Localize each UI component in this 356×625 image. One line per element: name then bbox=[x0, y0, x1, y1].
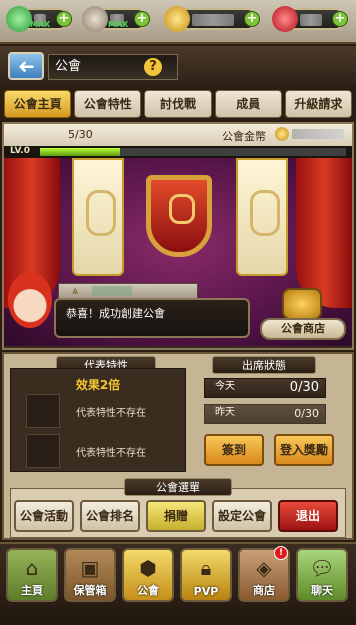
attendance-header: 出席狀態 bbox=[212, 356, 316, 374]
welcome-message-text: 恭喜！成功創建公會 bbox=[66, 307, 165, 320]
back-button[interactable]: ➜ bbox=[8, 52, 44, 80]
nav-pvp-label: PVP bbox=[193, 585, 219, 598]
login-reward-button[interactable]: 登入獎勵 bbox=[274, 434, 334, 466]
nav-chat[interactable]: 💬︎ 聊天 bbox=[296, 548, 348, 602]
gold-coin-icon bbox=[164, 6, 190, 32]
guild-name-redacted bbox=[92, 286, 132, 296]
gold-plus-button[interactable]: + bbox=[244, 11, 260, 27]
yesterday-label: 昨天 bbox=[215, 407, 235, 418]
lock-icon: 🔒︎ bbox=[200, 556, 212, 580]
nav-shop-label: 商店 bbox=[253, 584, 275, 597]
trait-slot-1[interactable] bbox=[26, 394, 60, 428]
stamina-max-label: MAX bbox=[30, 20, 51, 29]
nav-guild[interactable]: ⬢ 公會 bbox=[122, 548, 174, 602]
yesterday-value: 0/30 bbox=[294, 407, 319, 420]
guild-ranking-button[interactable]: 公會排名 bbox=[80, 500, 140, 532]
tab-subjugation[interactable]: 討伐戰 bbox=[144, 90, 212, 118]
guild-coin-icon bbox=[275, 127, 289, 141]
guild-gold-value-redacted bbox=[292, 129, 344, 139]
today-value: 0/30 bbox=[289, 380, 319, 395]
tab-upgrade-requests[interactable]: 升級請求 bbox=[284, 90, 353, 118]
tab-guild-home[interactable]: 公會主頁 bbox=[4, 90, 72, 118]
trait-slot-2-text: 代表特性不存在 bbox=[76, 448, 146, 459]
guild-shop-button[interactable]: 公會商店 bbox=[260, 318, 346, 340]
gem-plus-button[interactable]: + bbox=[332, 11, 348, 27]
chest-icon: ▣ bbox=[80, 556, 100, 580]
gem-resource: + bbox=[272, 6, 348, 32]
guild-gold-label: 公會金幣 bbox=[222, 130, 266, 143]
guild-crest-icon: ⬢ bbox=[139, 556, 157, 580]
nav-storage[interactable]: ▣ 保管箱 bbox=[64, 548, 116, 602]
left-banner bbox=[72, 158, 124, 276]
gold-value-redacted bbox=[192, 14, 234, 26]
welcome-message: 恭喜！成功創建公會 bbox=[54, 298, 250, 338]
rank-chevron-icon: ⩓ bbox=[72, 284, 79, 297]
guild-tabs: 公會主頁 公會特性 討伐戰 成員 升級請求 bbox=[4, 90, 353, 120]
house-icon: ⌂ bbox=[25, 556, 39, 580]
help-icon[interactable]: ? bbox=[144, 58, 162, 76]
guild-settings-button[interactable]: 設定公會 bbox=[212, 500, 272, 532]
nav-storage-label: 保管箱 bbox=[73, 584, 107, 597]
nav-home[interactable]: ⌂ 主頁 bbox=[6, 548, 58, 602]
stamina-plus-button[interactable]: + bbox=[56, 11, 72, 27]
attendance-yesterday-row: 昨天 0/30 bbox=[204, 404, 326, 424]
level-progress-fill bbox=[40, 148, 120, 156]
trait-slot-2[interactable] bbox=[26, 434, 60, 468]
hammer-icon bbox=[82, 6, 108, 32]
right-banner bbox=[236, 158, 288, 276]
right-curtain bbox=[296, 158, 352, 308]
chat-bubble-icon: 💬︎ bbox=[309, 556, 335, 580]
gold-resource: + bbox=[164, 6, 260, 32]
ruby-gem-icon bbox=[272, 6, 298, 32]
guild-activity-button[interactable]: 公會活動 bbox=[14, 500, 74, 532]
guild-emblem-shield[interactable] bbox=[146, 175, 212, 257]
tab-members[interactable]: 成員 bbox=[214, 90, 282, 118]
back-arrow-icon: ➜ bbox=[17, 54, 35, 78]
nav-guild-label: 公會 bbox=[137, 584, 159, 597]
trait-effect: 效果2倍 bbox=[75, 378, 121, 392]
leader-avatar bbox=[8, 272, 52, 328]
nav-home-label: 主頁 bbox=[21, 584, 43, 597]
checkin-button[interactable]: 簽到 bbox=[204, 434, 264, 466]
hammer-max-label: MAX bbox=[108, 20, 129, 29]
stamina-icon bbox=[6, 6, 32, 32]
today-label: 今天 bbox=[215, 381, 235, 392]
donate-button[interactable]: 捐贈 bbox=[146, 500, 206, 532]
shop-notification-badge: ! bbox=[274, 546, 288, 560]
leave-guild-button[interactable]: 退出 bbox=[278, 500, 338, 532]
tab-guild-traits[interactable]: 公會特性 bbox=[74, 90, 142, 118]
guild-menu-header: 公會選單 bbox=[124, 478, 232, 496]
nav-chat-label: 聊天 bbox=[311, 584, 333, 597]
guild-level: LV.0 bbox=[10, 146, 30, 156]
nav-pvp[interactable]: 🔒︎ PVP bbox=[180, 548, 232, 602]
hammer-plus-button[interactable]: + bbox=[134, 11, 150, 27]
attendance-today-row: 今天 0/30 bbox=[204, 378, 326, 398]
member-count: 5/30 bbox=[68, 128, 93, 141]
guild-shop-icon[interactable] bbox=[282, 288, 322, 320]
trait-slot-1-text: 代表特性不存在 bbox=[76, 408, 146, 419]
level-progress-track bbox=[120, 148, 346, 156]
gem-value-redacted bbox=[300, 14, 322, 26]
